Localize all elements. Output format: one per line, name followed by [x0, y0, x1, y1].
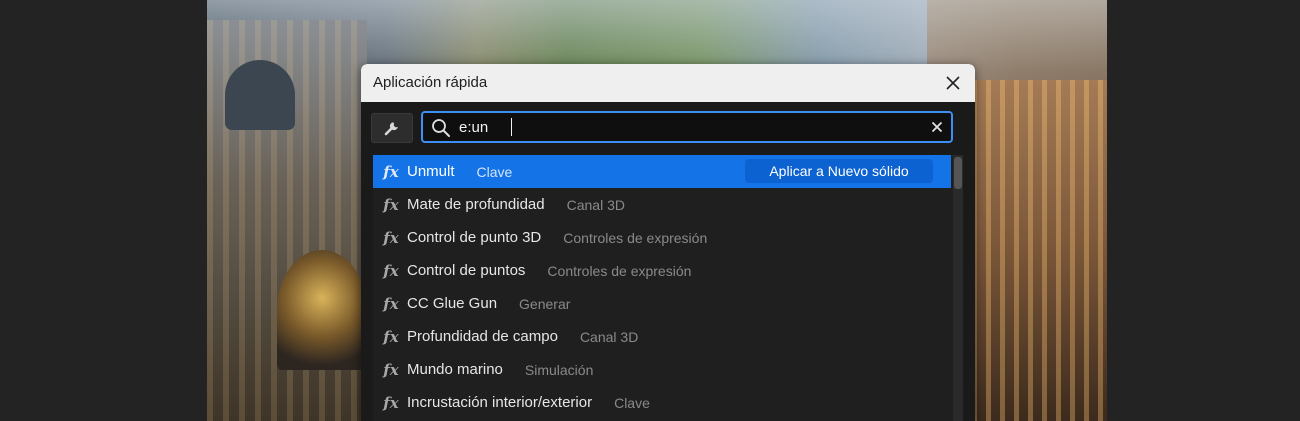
fx-icon: fx	[383, 261, 399, 280]
effect-name: Incrustación interior/exterior	[407, 394, 593, 411]
app-stage: Aplicación rápida e:un fx Unmult Clave A…	[0, 0, 1300, 421]
search-input[interactable]	[459, 116, 919, 138]
scrollbar-thumb[interactable]	[954, 157, 962, 189]
fx-icon: fx	[383, 162, 399, 181]
effect-category: Canal 3D	[579, 328, 639, 345]
clear-icon	[931, 121, 943, 133]
background-golden-dome	[277, 250, 367, 370]
effect-name: Control de punto 3D	[407, 229, 542, 246]
search-icon	[432, 119, 450, 137]
effect-category: Generar	[519, 295, 571, 312]
list-item[interactable]: fx Incrustación interior/exterior Clave	[373, 386, 951, 419]
effect-category: Clave	[614, 394, 650, 411]
list-item[interactable]: fx Mundo marino Simulación	[373, 353, 951, 386]
effect-category: Controles de expresión	[547, 262, 692, 279]
fx-icon: fx	[383, 195, 399, 214]
dialog-title: Aplicación rápida	[373, 74, 488, 91]
effect-category: Clave	[476, 163, 513, 180]
apply-to-new-solid-button[interactable]: Aplicar a Nuevo sólido	[745, 159, 933, 183]
list-item[interactable]: fx Unmult Clave Aplicar a Nuevo sólido	[373, 155, 951, 188]
background-dome	[225, 60, 295, 130]
fx-icon: fx	[383, 294, 399, 313]
settings-wrench-button[interactable]	[371, 113, 413, 143]
fx-icon: fx	[383, 228, 399, 247]
list-item[interactable]: fx Mate de profundidad Canal 3D	[373, 188, 951, 221]
effect-name: Mate de profundidad	[407, 196, 545, 213]
dialog-toolbar	[361, 102, 975, 152]
effect-category: Controles de expresión	[563, 229, 708, 246]
quick-apply-dialog: Aplicación rápida e:un fx Unmult Clave A…	[361, 64, 975, 421]
effect-name: Unmult	[407, 163, 455, 180]
list-item[interactable]: fx Control de puntos Controles de expres…	[373, 254, 951, 287]
effect-category: Canal 3D	[566, 196, 625, 213]
results-list: fx Unmult Clave Aplicar a Nuevo sólido f…	[373, 155, 963, 421]
wrench-icon	[384, 122, 398, 136]
text-caret	[511, 118, 512, 136]
dialog-title-bar: Aplicación rápida	[361, 64, 975, 102]
close-icon	[946, 76, 960, 90]
fx-icon: fx	[383, 327, 399, 346]
effect-name: CC Glue Gun	[407, 295, 498, 312]
fx-icon: fx	[383, 393, 399, 412]
effect-name: Control de puntos	[407, 262, 526, 279]
list-item[interactable]: fx CC Glue Gun Generar	[373, 287, 951, 320]
effect-name: Mundo marino	[407, 361, 503, 378]
effect-category: Simulación	[524, 361, 594, 378]
fx-icon: fx	[383, 360, 399, 379]
list-item[interactable]: fx Profundidad de campo Canal 3D	[373, 320, 951, 353]
results-scrollbar[interactable]	[953, 155, 963, 421]
search-field[interactable]	[421, 111, 953, 143]
background-building-right	[972, 80, 1107, 421]
list-item[interactable]: fx Control de punto 3D Controles de expr…	[373, 221, 951, 254]
close-button[interactable]	[941, 71, 965, 95]
clear-search-button[interactable]	[929, 119, 945, 135]
effect-name: Profundidad de campo	[407, 328, 558, 345]
